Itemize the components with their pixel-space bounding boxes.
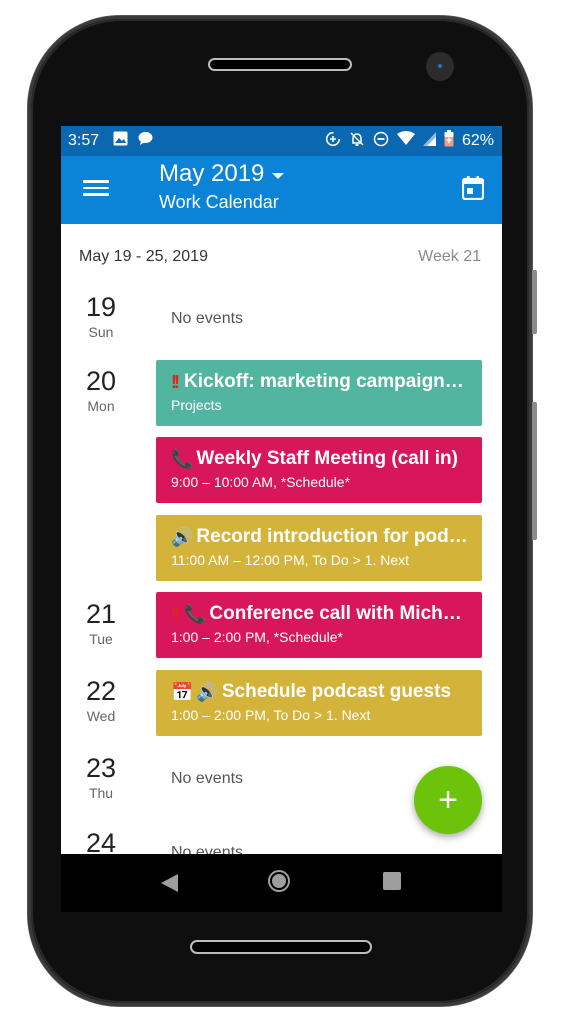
calendar-icon: 📅: [171, 682, 194, 702]
calendar-today-icon[interactable]: [461, 176, 485, 201]
data-saver-icon: [325, 131, 341, 152]
day-number: 23: [85, 753, 117, 783]
navigation-bar: [61, 854, 502, 912]
phone-icon: 📞: [184, 604, 207, 624]
event-subtitle: 1:00 – 2:00 PM, To Do > 1. Next: [171, 707, 371, 723]
cell-signal-icon: [422, 131, 436, 151]
day-name: Tue: [89, 631, 113, 647]
screen: 3:57 62% May 2019 Work Calendar May 19 -…: [61, 126, 502, 912]
event-title: Kickoff: marketing campaign …: [184, 371, 468, 392]
phone-icon: 📞: [171, 449, 194, 469]
week-range: May 19 - 25, 2019: [79, 248, 208, 265]
add-icon: +: [438, 780, 458, 819]
event-card[interactable]: !! Kickoff: marketing campaign … Projects: [156, 360, 482, 426]
hamburger-menu-icon[interactable]: [83, 176, 109, 202]
image-icon: [113, 131, 128, 151]
event-subtitle: 9:00 – 10:00 AM, *Schedule*: [171, 474, 351, 490]
power-button: [532, 270, 537, 334]
month-dropdown[interactable]: May 2019: [159, 160, 285, 188]
notifications-off-icon: [349, 131, 365, 152]
dropdown-caret-icon: [272, 173, 285, 179]
add-event-button[interactable]: +: [414, 766, 482, 834]
event-title: Weekly Staff Meeting (call in): [196, 448, 458, 469]
day-name: Wed: [86, 708, 116, 724]
event-title: Schedule podcast guests: [221, 681, 451, 702]
day-number: 20: [85, 366, 117, 396]
week-number: Week 21: [418, 248, 481, 265]
day-number: 22: [85, 676, 117, 706]
bottom-speaker: [190, 940, 372, 954]
event-title: Conference call with Mich…: [209, 603, 462, 624]
day-label: 20 Mon: [61, 366, 141, 414]
day-label: 22 Wed: [61, 676, 141, 724]
agenda-list[interactable]: May 19 - 25, 2019 Week 21 19 Sun No even…: [61, 224, 502, 876]
day-number: 19: [85, 292, 117, 322]
priority-icon: !!: [171, 372, 180, 392]
day-name: Thu: [88, 785, 114, 801]
front-camera: [426, 52, 454, 81]
speaker-icon: 🔊: [171, 527, 194, 547]
back-icon[interactable]: [161, 874, 178, 892]
day-label: 21 Tue: [61, 599, 141, 647]
home-icon[interactable]: [268, 870, 290, 892]
no-events-label: No events: [171, 310, 244, 327]
no-events-label: No events: [171, 770, 244, 787]
day-label: 19 Sun: [61, 292, 141, 340]
event-subtitle: Projects: [171, 397, 222, 413]
event-title: Record introduction for podca…: [196, 526, 468, 547]
event-card[interactable]: 📞 Weekly Staff Meeting (call in) 9:00 – 1…: [156, 437, 482, 503]
event-subtitle: 11:00 AM – 12:00 PM, To Do > 1. Next: [171, 552, 410, 568]
event-card[interactable]: 🔊 Record introduction for podca… 11:00 AM…: [156, 515, 482, 581]
volume-button: [532, 402, 537, 540]
day-label: 23 Thu: [61, 753, 141, 801]
status-bar: 3:57 62%: [61, 126, 502, 156]
event-subtitle: 1:00 – 2:00 PM, *Schedule*: [171, 629, 344, 645]
month-title: May 2019: [159, 160, 265, 187]
calendar-name: Work Calendar: [159, 192, 279, 212]
app-bar: May 2019 Work Calendar: [61, 156, 502, 224]
event-card[interactable]: 📅 🔊 Schedule podcast guests 1:00 – 2:00 PM…: [156, 670, 482, 736]
day-name: Sun: [88, 324, 114, 340]
status-time: 3:57: [68, 132, 100, 149]
day-number: 21: [85, 599, 117, 629]
wifi-icon: [396, 131, 415, 151]
battery-charging-icon: [444, 130, 454, 152]
battery-percent: 62%: [461, 132, 494, 149]
priority-icon: !!: [171, 604, 180, 624]
recents-icon[interactable]: [383, 872, 401, 890]
chat-bubble-icon: [138, 131, 153, 151]
earpiece-speaker: [208, 58, 352, 71]
do-not-disturb-icon: [373, 131, 389, 152]
day-name: Mon: [87, 398, 115, 414]
speaker-icon: 🔊: [196, 682, 219, 702]
event-card[interactable]: !! 📞 Conference call with Mich… 1:00 – 2:0…: [156, 592, 482, 658]
